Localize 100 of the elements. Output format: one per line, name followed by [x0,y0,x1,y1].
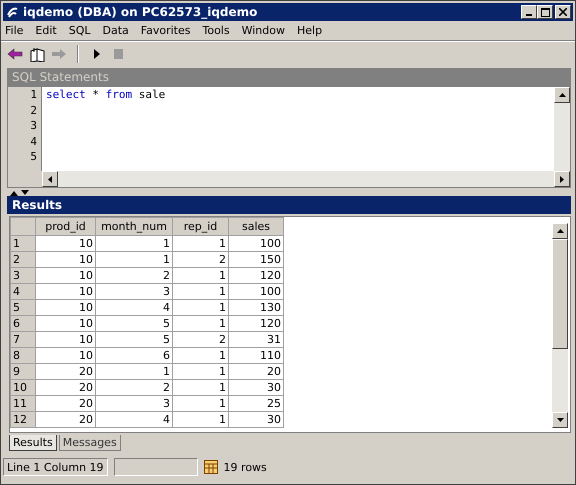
app-icon [5,5,19,19]
table-cell: 5 [96,316,172,332]
vertical-scrollbar[interactable] [554,87,570,171]
table-cell: 1 [172,284,228,300]
down-arrow-icon [556,418,564,422]
table-cell: 1 [96,236,172,252]
code-line: select * from sale [46,88,166,101]
column-header[interactable]: month_num [96,218,172,236]
status-text: Line 1 Column 19 [3,458,108,476]
row-header[interactable]: 8 [10,348,36,364]
close-button[interactable] [555,5,571,19]
tab[interactable]: Messages [58,435,121,451]
line-number: 1 [29,87,37,102]
table-cell: 20 [36,396,96,412]
splitter-arrows-icon[interactable] [9,190,31,196]
table-cell: 3 [96,396,172,412]
menu-item[interactable]: Window [242,24,285,37]
column-header[interactable]: prod_id [36,218,96,236]
table-cell: 10 [36,300,96,316]
table-cell: 4 [96,300,172,316]
column-header[interactable]: sales [228,218,284,236]
table-cell: 30 [228,380,284,396]
back-arrow-icon[interactable] [7,46,23,62]
table-cell: 10 [36,236,96,252]
menu-item[interactable]: SQL [68,24,91,37]
up-arrow-icon [558,93,566,97]
table-cell: 2 [172,332,228,348]
table-cell: 20 [36,412,96,428]
table-cell: 100 [228,284,284,300]
table-cell: 1 [172,348,228,364]
up-arrow-icon [556,229,564,233]
table-cell: 10 [36,348,96,364]
row-header[interactable]: 4 [10,284,36,300]
table-cell: 1 [96,364,172,380]
menu-item[interactable]: Help [296,24,322,37]
menu-item[interactable]: Tools [202,24,230,37]
row-header[interactable]: 1 [10,236,36,252]
tab[interactable]: Results [9,435,57,451]
code-editor[interactable]: 1 2 3 4 5 select * from sale [7,86,571,188]
panel-header: Results [7,196,571,214]
horizontal-scrollbar[interactable] [8,171,570,187]
row-header[interactable]: 3 [10,268,36,284]
table-cell: 1 [172,364,228,380]
table-cell: 1 [172,412,228,428]
row-header[interactable]: 12 [10,412,36,428]
table-cell: 6 [96,348,172,364]
minimize-button[interactable] [521,5,537,19]
table-cell: 10 [36,252,96,268]
table-cell: 20 [228,364,284,380]
window-title: iqdemo (DBA) on PC62573_iqdemo [23,5,258,19]
table-cell: 1 [172,396,228,412]
line-number: 5 [29,149,37,164]
table-icon [204,460,218,474]
table-cell: 25 [228,396,284,412]
table-cell: 10 [36,316,96,332]
table-cell: 5 [96,332,172,348]
table-cell: 150 [228,252,284,268]
row-header[interactable]: 9 [10,364,36,380]
line-number: 3 [29,118,37,134]
table-cell: 100 [228,236,284,252]
menu-item[interactable]: Favorites [140,24,190,37]
maximize-button[interactable] [537,5,553,19]
table-cell: 1 [172,380,228,396]
table-cell: 1 [172,236,228,252]
maximize-icon [540,8,550,16]
column-header[interactable]: rep_id [172,218,228,236]
menu-item[interactable]: Edit [35,24,57,37]
table-cell: 110 [228,348,284,364]
table-cell: 20 [36,364,96,380]
table-cell: 130 [228,300,284,316]
table-cell: 1 [172,268,228,284]
book-icon[interactable] [29,46,45,62]
table-cell: 10 [36,284,96,300]
table-cell: 4 [96,412,172,428]
table-cell: 2 [96,268,172,284]
left-arrow-icon [48,176,52,182]
row-header[interactable]: 5 [10,300,36,316]
line-number: 2 [29,102,37,118]
table-cell: 1 [172,300,228,316]
table-cell: 30 [228,412,284,428]
row-header[interactable]: 11 [10,396,36,412]
table-cell: 120 [228,316,284,332]
table-cell: 20 [36,380,96,396]
table-cell: 10 [36,332,96,348]
menu-item[interactable]: File [5,24,24,37]
vertical-scrollbar[interactable] [552,223,568,428]
table-cell: 120 [228,268,284,284]
table-cell: 10 [36,268,96,284]
row-header[interactable]: 7 [10,332,36,348]
menu-item[interactable]: Data [102,24,129,37]
table-cell: 1 [96,252,172,268]
row-header[interactable]: 6 [10,316,36,332]
close-icon [559,8,567,16]
panel-header: SQL Statements [7,68,571,86]
table-cell: 3 [96,284,172,300]
right-arrow-icon [560,176,564,182]
row-header[interactable]: 10 [10,380,36,396]
row-count: 19 rows [224,460,267,474]
line-number: 4 [29,134,37,149]
row-header[interactable]: 2 [10,252,36,268]
